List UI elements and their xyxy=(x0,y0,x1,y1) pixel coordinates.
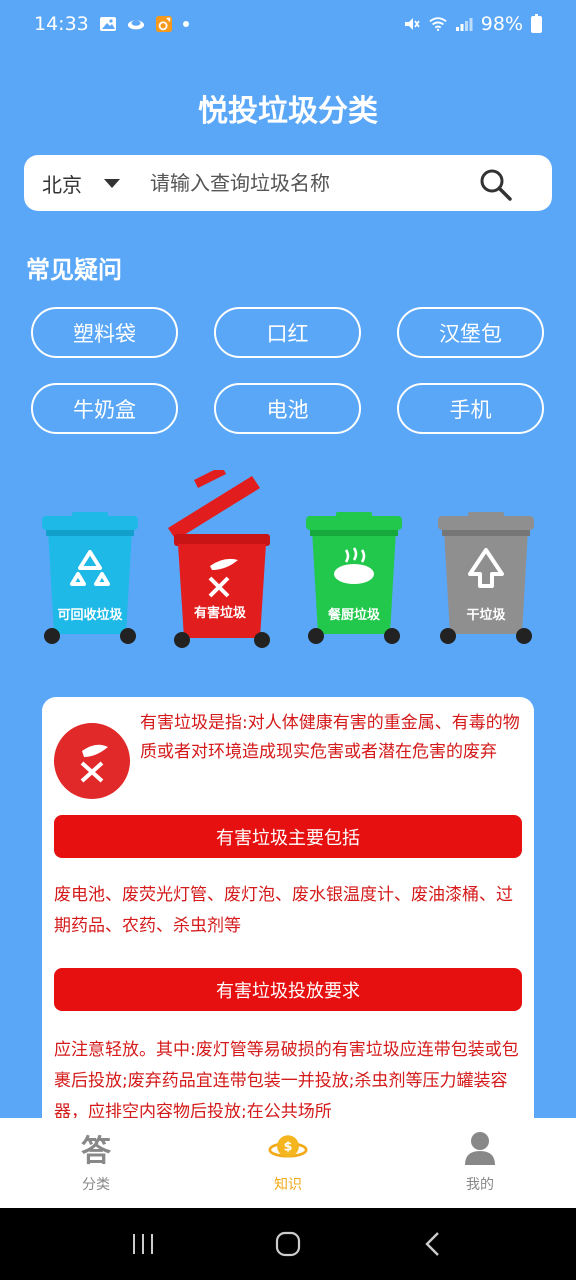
bin-recyclable[interactable]: 可回收垃圾 xyxy=(38,512,142,648)
bottom-tab-bar: 答 分类 $ 知识 我的 xyxy=(0,1118,576,1208)
battery-icon xyxy=(531,13,542,33)
tab-classify[interactable]: 答 分类 xyxy=(48,1118,144,1208)
dry-bin-icon xyxy=(438,512,534,644)
faq-chip[interactable]: 手机 xyxy=(397,383,544,434)
chevron-down-icon[interactable] xyxy=(104,178,120,188)
recyclable-bin-icon xyxy=(42,512,138,644)
faq-chip[interactable]: 电池 xyxy=(214,383,361,434)
status-right: 98% xyxy=(403,13,542,35)
mute-icon xyxy=(404,18,420,30)
search-icon[interactable] xyxy=(478,167,514,203)
dot-icon xyxy=(182,21,189,27)
home-icon xyxy=(275,1231,301,1257)
bin-label: 有害垃圾 xyxy=(193,606,246,621)
back-icon xyxy=(425,1232,440,1256)
hazardous-logo-icon xyxy=(54,723,130,799)
back-button[interactable] xyxy=(413,1224,453,1264)
bin-label: 可回收垃圾 xyxy=(57,608,123,623)
faq-chip[interactable]: 塑料袋 xyxy=(31,307,178,358)
recents-icon xyxy=(132,1234,153,1254)
page-title: 悦投垃圾分类 xyxy=(198,94,378,129)
tab-label: 知识 xyxy=(274,1177,302,1193)
info-header: 有害垃圾是指:对人体健康有害的重金属、有毒的物质或者对环境造成现实危害或者潜在危… xyxy=(42,697,534,799)
faq-title: 常见疑问 xyxy=(26,256,122,284)
cloud-icon xyxy=(127,20,144,30)
search-bar: 北京 xyxy=(24,155,552,211)
tab-mine[interactable]: 我的 xyxy=(432,1118,528,1208)
svg-text:$: $ xyxy=(284,1139,293,1154)
bin-hazardous[interactable]: 有害垃圾 xyxy=(164,466,276,650)
section-header: 有害垃圾投放要求 xyxy=(54,968,522,1011)
status-bar: 14:33 98% xyxy=(0,0,576,48)
kitchen-bin-icon xyxy=(306,512,402,644)
city-selector[interactable]: 北京 xyxy=(42,169,82,198)
status-time: 14:33 xyxy=(34,13,89,35)
battery-percent: 98% xyxy=(480,13,523,35)
home-button[interactable] xyxy=(268,1224,308,1264)
faq-chip[interactable]: 汉堡包 xyxy=(397,307,544,358)
section-text: 废电池、废荧光灯管、废灯泡、废水银温度计、废油漆桶、过期药品、农药、杀虫剂等 xyxy=(54,885,513,936)
user-icon xyxy=(460,1128,500,1168)
faq-chip[interactable]: 牛奶盒 xyxy=(31,383,178,434)
bin-selector: 可回收垃圾 有害垃圾 餐厨垃圾 干垃圾 xyxy=(0,466,576,660)
info-card: 有害垃圾是指:对人体健康有害的重金属、有毒的物质或者对环境造成现实危害或者潜在危… xyxy=(42,697,534,1137)
section-text: 应注意轻放。其中:废灯管等易破损的有害垃圾应连带包装或包裹后投放;废弃药品宜连带… xyxy=(54,1040,519,1122)
bin-kitchen[interactable]: 餐厨垃圾 xyxy=(302,512,406,648)
tab-label: 我的 xyxy=(466,1177,494,1193)
gallery-icon xyxy=(99,17,116,31)
category-description: 有害垃圾是指:对人体健康有害的重金属、有毒的物质或者对环境造成现实危害或者潜在危… xyxy=(140,713,520,762)
faq-chip[interactable]: 口红 xyxy=(214,307,361,358)
answer-icon: 答 xyxy=(81,1134,111,1169)
bin-label: 干垃圾 xyxy=(466,608,506,623)
bin-label: 餐厨垃圾 xyxy=(327,608,380,623)
search-input[interactable] xyxy=(150,171,450,195)
tab-label: 分类 xyxy=(82,1177,110,1193)
wifi-icon xyxy=(429,17,447,32)
hazardous-bin-icon xyxy=(168,466,270,648)
app-notify-icon xyxy=(155,16,172,32)
section-header: 有害垃圾主要包括 xyxy=(54,815,522,858)
status-left: 14:33 xyxy=(34,13,189,35)
bin-dry[interactable]: 干垃圾 xyxy=(434,512,538,648)
coin-planet-icon: $ xyxy=(268,1128,308,1168)
signal-icon xyxy=(455,18,473,31)
faq-grid: 塑料袋 口红 汉堡包 牛奶盒 电池 手机 xyxy=(31,307,545,434)
system-nav-bar xyxy=(0,1208,576,1280)
tab-knowledge[interactable]: $ 知识 xyxy=(240,1118,336,1208)
recent-apps-button[interactable] xyxy=(123,1224,163,1264)
